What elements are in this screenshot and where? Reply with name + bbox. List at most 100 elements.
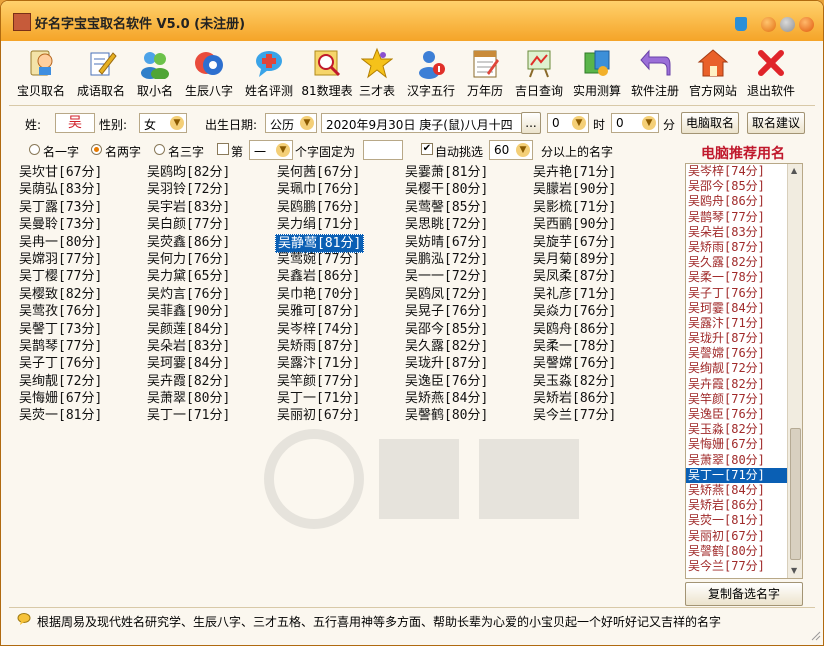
toolbar-button-idiom-name[interactable]: 成语取名	[73, 47, 129, 99]
toolbar-button-bazi[interactable]: 生辰八字	[181, 47, 237, 99]
recommend-item[interactable]: 吴矫雨[87分]	[686, 240, 802, 255]
toolbar-button-lucky-day[interactable]: 吉日查询	[511, 47, 567, 99]
name-item[interactable]: 吴白颜[77分]	[147, 216, 275, 233]
name-item[interactable]: 吴一一[72分]	[405, 268, 533, 285]
name-item[interactable]: 吴鸥凤[72分]	[405, 286, 533, 303]
name-item[interactable]: 吴謦嫦[76分]	[533, 355, 661, 372]
name-item[interactable]: 吴力绢[71分]	[277, 216, 405, 233]
recommend-item[interactable]: 吴柔一[78分]	[686, 270, 802, 285]
name-item[interactable]: 吴静莺[81分]	[275, 233, 405, 253]
name-item[interactable]: 吴珂霎[84分]	[147, 355, 275, 372]
recommend-item[interactable]: 吴矫燕[84分]	[686, 483, 802, 498]
scrollbar-thumb[interactable]	[790, 428, 801, 560]
toolbar-button-nickname[interactable]: 取小名	[133, 47, 177, 99]
recommend-item[interactable]: 吴逸臣[76分]	[686, 407, 802, 422]
name-item[interactable]: 吴莺婉[77分]	[277, 251, 405, 268]
name-item[interactable]: 吴礼彦[71分]	[533, 286, 661, 303]
radio-two-char[interactable]	[91, 144, 102, 155]
name-item[interactable]: 吴丁一[71分]	[147, 407, 275, 424]
recommend-item[interactable]: 吴矫岩[86分]	[686, 498, 802, 513]
name-item[interactable]: 吴影梳[71分]	[533, 199, 661, 216]
name-item[interactable]: 吴謦丁[73分]	[19, 321, 147, 338]
recommend-item[interactable]: 吴珂霎[84分]	[686, 301, 802, 316]
title-bar[interactable]: 好名字宝宝取名软件 V5.0 (未注册)	[1, 1, 823, 41]
name-item[interactable]: 吴鸥鹏[76分]	[277, 199, 405, 216]
recommend-item[interactable]: 吴露汴[71分]	[686, 316, 802, 331]
recommend-item[interactable]: 吴卉霞[82分]	[686, 377, 802, 392]
name-item[interactable]: 吴鑫岩[86分]	[277, 268, 405, 285]
name-item[interactable]: 吴鸥舟[86分]	[533, 321, 661, 338]
gender-select[interactable]: 女 ▼	[139, 113, 187, 133]
name-item[interactable]: 吴焱力[76分]	[533, 303, 661, 320]
name-item[interactable]: 吴卉艳[71分]	[533, 164, 661, 181]
name-item[interactable]: 吴柔一[78分]	[533, 338, 661, 355]
name-item[interactable]: 吴冉一[80分]	[19, 234, 147, 251]
recommend-item[interactable]: 吴邵今[85分]	[686, 179, 802, 194]
name-item[interactable]: 吴岑梓[74分]	[277, 321, 405, 338]
toolbar-button-exit[interactable]: 退出软件	[743, 47, 799, 99]
name-item[interactable]: 吴樱致[82分]	[19, 286, 147, 303]
name-item[interactable]: 吴朵岩[83分]	[147, 338, 275, 355]
recommend-item[interactable]: 吴荧一[81分]	[686, 513, 802, 528]
name-item[interactable]: 吴霎萧[81分]	[405, 164, 533, 181]
name-item[interactable]: 吴今兰[77分]	[533, 407, 661, 424]
recommend-item[interactable]: 吴竿颜[77分]	[686, 392, 802, 407]
recommend-item[interactable]: 吴謦鹤[80分]	[686, 544, 802, 559]
copy-names-button[interactable]: 复制备选名字	[685, 582, 803, 606]
name-item[interactable]: 吴丽初[67分]	[277, 407, 405, 424]
name-item[interactable]: 吴莺孜[76分]	[19, 303, 147, 320]
hour-select[interactable]: 0 ▼	[547, 113, 589, 133]
name-item[interactable]: 吴悔姗[67分]	[19, 390, 147, 407]
name-item[interactable]: 吴荧鑫[86分]	[147, 234, 275, 251]
recommend-item[interactable]: 吴久露[82分]	[686, 255, 802, 270]
recommend-item[interactable]: 吴謦嫦[76分]	[686, 346, 802, 361]
name-item[interactable]: 吴鸥昀[82分]	[147, 164, 275, 181]
name-item[interactable]: 吴何茜[67分]	[277, 164, 405, 181]
name-item[interactable]: 吴竿颜[77分]	[277, 373, 405, 390]
name-item[interactable]: 吴珑升[87分]	[405, 355, 533, 372]
name-item[interactable]: 吴嫦羽[77分]	[19, 251, 147, 268]
name-item[interactable]: 吴鹏泓[72分]	[405, 251, 533, 268]
toolbar-button-calendar[interactable]: 万年历	[461, 47, 509, 99]
toolbar-button-baby-name[interactable]: 宝贝取名	[13, 47, 69, 99]
recommend-item[interactable]: 吴丁一[71分]	[686, 467, 802, 483]
name-item[interactable]: 吴何力[76分]	[147, 251, 275, 268]
name-item[interactable]: 吴萧翠[80分]	[147, 390, 275, 407]
name-item[interactable]: 吴思眺[72分]	[405, 216, 533, 233]
name-suggestion-button[interactable]: 取名建议	[747, 112, 805, 134]
name-item[interactable]: 吴逸臣[76分]	[405, 373, 533, 390]
name-item[interactable]: 吴矫雨[87分]	[277, 338, 405, 355]
surname-input[interactable]: 吴	[55, 113, 95, 133]
name-item[interactable]: 吴莺謦[85分]	[405, 199, 533, 216]
name-item[interactable]: 吴鹊琴[77分]	[19, 338, 147, 355]
name-item[interactable]: 吴妨晴[67分]	[405, 234, 533, 251]
toolbar-button-register[interactable]: 软件注册	[627, 47, 683, 99]
date-picker-button[interactable]: ...	[521, 112, 541, 134]
recommend-item[interactable]: 吴丽初[67分]	[686, 529, 802, 544]
name-item[interactable]: 吴丁露[73分]	[19, 199, 147, 216]
recommend-item[interactable]: 吴珑升[87分]	[686, 331, 802, 346]
scroll-down-icon[interactable]: ▼	[791, 566, 797, 575]
name-item[interactable]: 吴邵今[85分]	[405, 321, 533, 338]
recommend-item[interactable]: 吴萧翠[80分]	[686, 453, 802, 468]
name-item[interactable]: 吴謦鹤[80分]	[405, 407, 533, 424]
name-item[interactable]: 吴久露[82分]	[405, 338, 533, 355]
name-item[interactable]: 吴子丁[76分]	[19, 355, 147, 372]
toolbar-button-wuxing[interactable]: 汉字五行	[403, 47, 459, 99]
name-item[interactable]: 吴旋芋[67分]	[533, 234, 661, 251]
scrollbar[interactable]: ▲ ▼	[787, 164, 802, 578]
toolbar-button-website[interactable]: 官方网站	[685, 47, 741, 99]
recommend-item[interactable]: 吴今兰[77分]	[686, 559, 802, 574]
radio-three-char[interactable]	[154, 144, 165, 155]
name-item[interactable]: 吴矫岩[86分]	[533, 390, 661, 407]
scroll-up-icon[interactable]: ▲	[791, 166, 797, 175]
toolbar-button-sancai[interactable]: 三才表	[355, 47, 399, 99]
name-item[interactable]: 吴樱干[80分]	[405, 181, 533, 198]
recommend-item[interactable]: 吴玉淼[82分]	[686, 422, 802, 437]
name-item[interactable]: 吴曼聆[73分]	[19, 216, 147, 233]
score-select[interactable]: 60 ▼	[489, 140, 533, 160]
birth-date-field[interactable]: 2020年9月30日 庚子(鼠)八月十四	[321, 113, 527, 133]
minute-select[interactable]: 0 ▼	[611, 113, 659, 133]
recommend-item[interactable]: 吴鹊琴[77分]	[686, 210, 802, 225]
recommend-item[interactable]: 吴绚靓[72分]	[686, 361, 802, 376]
